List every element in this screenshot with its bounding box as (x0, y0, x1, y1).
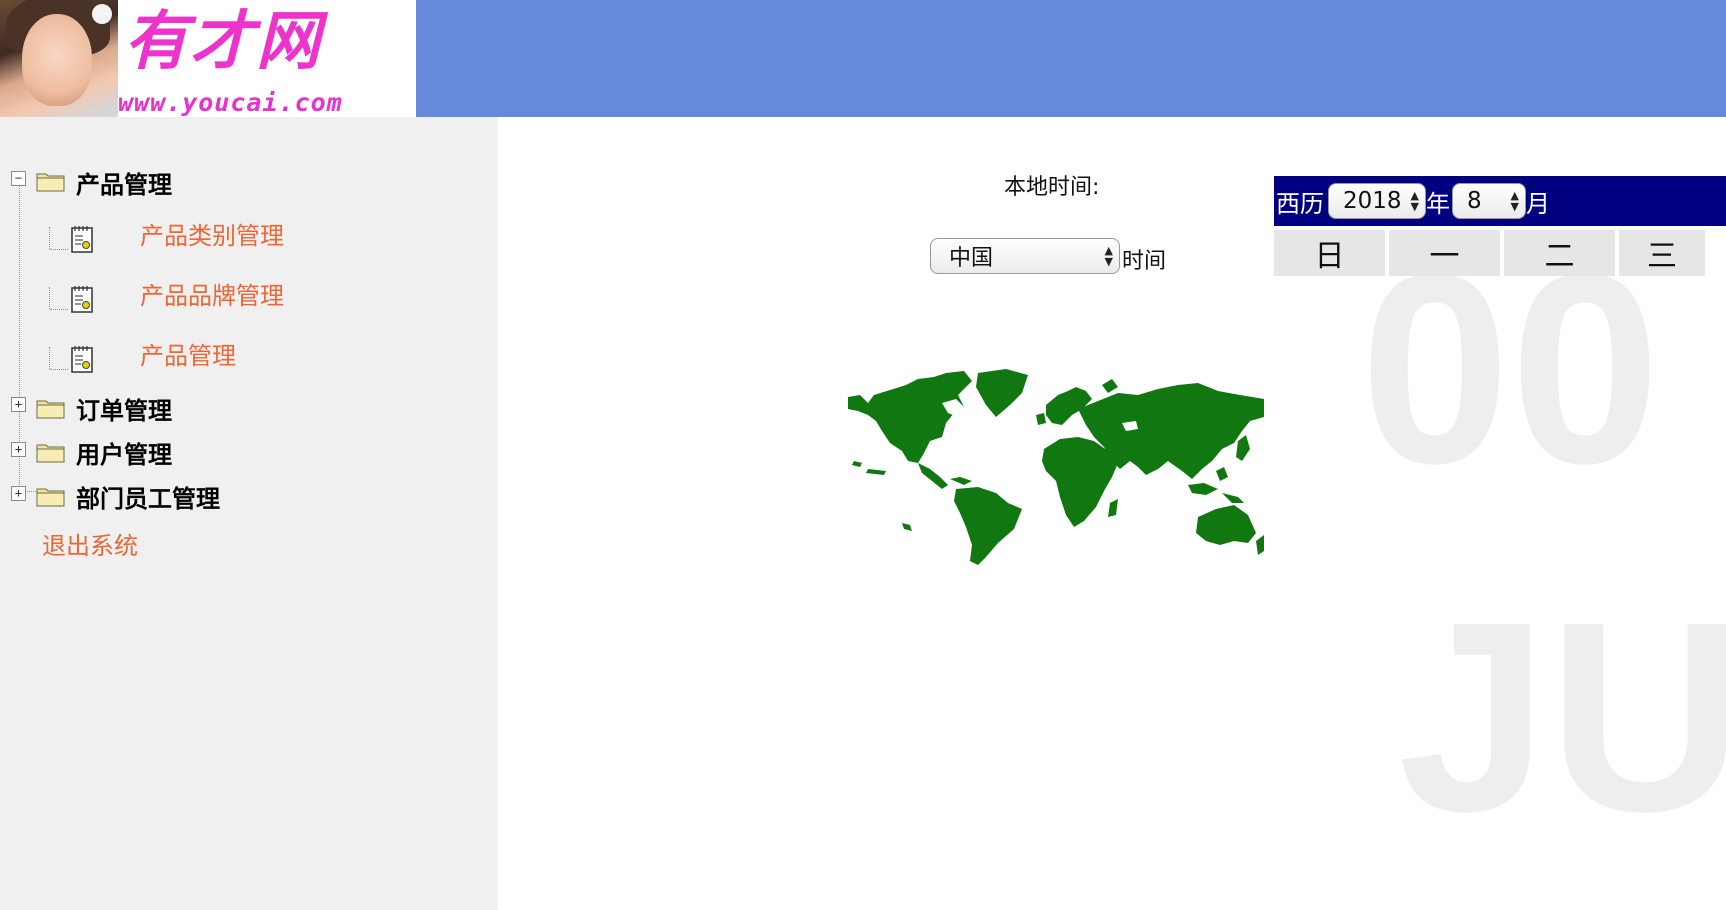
logout-link[interactable]: 退出系统 (42, 526, 138, 561)
tree-leaf-label[interactable]: 产品品牌管理 (140, 276, 284, 311)
select-arrows-icon: ▲ ▼ (1410, 189, 1419, 213)
select-arrows-icon: ▲ ▼ (1104, 244, 1113, 268)
calendar-widget: 西历 2018 ▲ ▼ 年 8 ▲ ▼ 月 日 一 二 三 (1274, 176, 1726, 276)
select-arrows-icon: ▲ ▼ (1510, 189, 1519, 213)
tree-leaf-label[interactable]: 产品类别管理 (140, 216, 284, 251)
header-bar: 有才网 www.youcai.com (0, 0, 1726, 117)
time-suffix-label: 时间 (1122, 249, 1167, 274)
expand-icon[interactable]: + (11, 397, 26, 412)
logo-url: www.youcai.com (118, 88, 343, 117)
local-time-label: 本地时间: (1004, 175, 1100, 200)
month-select[interactable]: 8 ▲ ▼ (1452, 183, 1526, 219)
document-icon (71, 286, 93, 313)
tree-connector (50, 309, 68, 310)
folder-icon (36, 444, 65, 463)
tree-node-label[interactable]: 部门员工管理 (76, 479, 220, 514)
collapse-icon[interactable]: − (11, 171, 26, 186)
calendar-era-label: 西历 (1276, 189, 1324, 218)
tree-connector (50, 369, 68, 370)
logo-title: 有才网 (124, 4, 322, 79)
expand-icon[interactable]: + (11, 442, 26, 457)
year-select[interactable]: 2018 ▲ ▼ (1328, 183, 1426, 219)
folder-icon (36, 488, 65, 507)
tree-leaf-label[interactable]: 产品管理 (140, 336, 236, 371)
year-suffix-label: 年 (1426, 189, 1450, 218)
main-content: 00 JU 本地时间: 中国 ▲ ▼ 时间 西历 2018 ▲ ▼ 年 8 ▲ … (498, 117, 1726, 910)
weekday-header: 日 (1274, 230, 1385, 276)
year-select-value: 2018 (1343, 188, 1402, 214)
folder-open-icon (36, 173, 65, 192)
tree-node-label[interactable]: 用户管理 (76, 435, 172, 470)
sidebar-tree: − 产品管理 产品类别管理 产品品牌管理 产品管理 + 订单管理 + 用户管理 … (0, 117, 498, 910)
tree-node-label[interactable]: 订单管理 (76, 391, 172, 426)
country-select[interactable]: 中国 ▲ ▼ (930, 238, 1120, 274)
tree-node-label[interactable]: 产品管理 (76, 165, 172, 200)
month-select-value: 8 (1467, 188, 1482, 214)
document-icon (71, 346, 93, 373)
weekday-header: 一 (1389, 230, 1500, 276)
world-map-image[interactable] (846, 365, 1264, 565)
weekday-header: 二 (1504, 230, 1615, 276)
background-month-text: JU (1398, 567, 1726, 868)
tree-connector (49, 227, 50, 249)
tree-connector (49, 347, 50, 369)
logo-photo (0, 0, 118, 117)
calendar-header: 西历 2018 ▲ ▼ 年 8 ▲ ▼ 月 (1274, 176, 1726, 226)
weekday-header: 三 (1619, 230, 1705, 276)
document-icon (71, 226, 93, 253)
tree-connector (49, 287, 50, 309)
calendar-weekday-row: 日 一 二 三 (1274, 230, 1726, 276)
country-select-value: 中国 (949, 246, 994, 271)
tree-connector (50, 249, 68, 250)
expand-icon[interactable]: + (11, 486, 26, 501)
site-logo[interactable]: 有才网 www.youcai.com (0, 0, 416, 117)
month-suffix-label: 月 (1526, 189, 1550, 218)
folder-icon (36, 400, 65, 419)
